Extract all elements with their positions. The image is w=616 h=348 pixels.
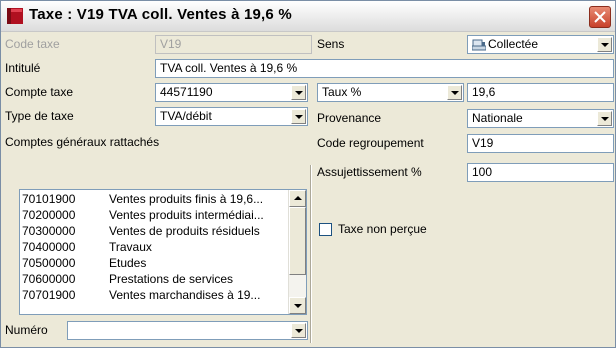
scroll-up-button[interactable] (289, 190, 306, 207)
provenance-value: Nationale (472, 111, 523, 125)
list-scrollbar[interactable] (288, 190, 306, 314)
close-icon (594, 11, 606, 23)
list-item-label: Ventes produits intermédiai... (109, 208, 264, 222)
taux-type-dropdown-button[interactable] (447, 85, 462, 100)
intitule-field[interactable]: TVA coll. Ventes à 19,6 % (155, 59, 614, 78)
scroll-down-button[interactable] (289, 297, 306, 314)
compte-taxe-label: Compte taxe (5, 85, 74, 99)
title-bar[interactable]: Taxe : V19 TVA coll. Ventes à 19,6 % (1, 1, 615, 32)
list-item-code: 70101900 (22, 192, 76, 206)
tax-dialog: Taxe : V19 TVA coll. Ventes à 19,6 % Cod… (0, 0, 616, 348)
provenance-dropdown-button[interactable] (597, 111, 612, 126)
taux-field[interactable]: 19,6 (467, 83, 614, 102)
code-regroupement-label: Code regroupement (317, 136, 424, 150)
code-taxe-label: Code taxe (5, 37, 60, 51)
assujettissement-field[interactable]: 100 (467, 163, 614, 182)
list-item-label: Etudes (109, 256, 147, 270)
column-divider (310, 165, 312, 343)
taux-type-select[interactable]: Taux % (317, 83, 464, 102)
numero-select[interactable] (67, 321, 308, 340)
provenance-select[interactable]: Nationale (467, 109, 614, 128)
list-item-code: 70400000 (22, 240, 76, 254)
taxe-non-percue-checkbox[interactable] (319, 223, 332, 236)
code-taxe-field: V19 (155, 35, 312, 54)
compte-taxe-select[interactable]: 44571190 (155, 83, 308, 102)
sens-label: Sens (317, 37, 345, 51)
type-taxe-label: Type de taxe (5, 109, 74, 123)
type-taxe-dropdown-button[interactable] (291, 109, 306, 124)
list-item-label: Travaux (109, 240, 152, 254)
assujettissement-label: Assujettissement % (317, 165, 422, 179)
comptes-rattaches-label: Comptes généraux rattachés (5, 135, 160, 149)
tax-flag-icon (7, 8, 23, 24)
list-item-label: Ventes de produits résiduels (109, 224, 260, 238)
scroll-thumb[interactable] (289, 207, 306, 275)
numero-dropdown-button[interactable] (291, 323, 306, 338)
sens-dropdown-button[interactable] (597, 37, 612, 52)
provenance-label: Provenance (317, 111, 382, 125)
close-button[interactable] (589, 6, 611, 28)
window-title: Taxe : V19 TVA coll. Ventes à 19,6 % (29, 6, 292, 23)
list-item-label: Ventes produits finis à 19,6... (109, 192, 264, 206)
list-item-label: Ventes marchandises à 19... (109, 288, 261, 302)
sens-value: Collectée (488, 37, 539, 51)
type-taxe-select[interactable]: TVA/débit (155, 107, 308, 126)
code-regroupement-field[interactable]: V19 (467, 134, 614, 153)
compte-taxe-value: 44571190 (160, 85, 213, 99)
list-item-code: 70701900 (22, 288, 76, 302)
sens-select[interactable]: Collectée (467, 35, 614, 54)
list-item-label: Prestations de services (109, 272, 234, 286)
comptes-list[interactable]: 70101900 Ventes produits finis à 19,6... … (19, 189, 307, 315)
list-item-code: 70300000 (22, 224, 76, 238)
numero-label: Numéro (5, 323, 48, 337)
taxe-non-percue-label: Taxe non perçue (338, 222, 427, 236)
list-item-code: 70500000 (22, 256, 76, 270)
taux-type-value: Taux % (322, 85, 362, 99)
type-taxe-value: TVA/débit (160, 109, 212, 123)
register-icon (472, 39, 486, 51)
list-item-code: 70600000 (22, 272, 76, 286)
intitule-label: Intitulé (5, 61, 41, 75)
list-item-code: 70200000 (22, 208, 76, 222)
compte-taxe-dropdown-button[interactable] (291, 85, 306, 100)
